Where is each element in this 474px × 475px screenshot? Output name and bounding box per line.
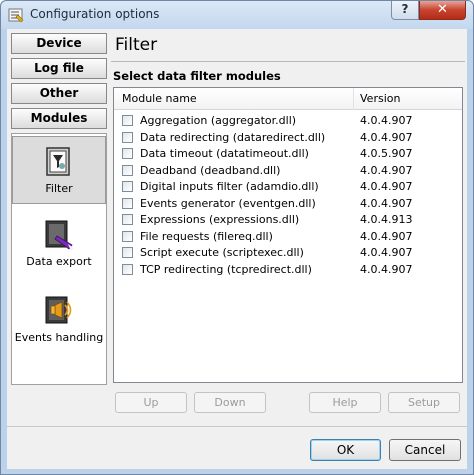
module-checkbox[interactable]	[122, 230, 133, 242]
tab-log-file[interactable]: Log file	[11, 58, 107, 79]
module-name: Events generator (eventgen.dll)	[140, 196, 316, 210]
list-item[interactable]: Script execute (scriptexec.dll) 4.0.4.90…	[114, 245, 462, 262]
module-checkbox[interactable]	[122, 131, 133, 143]
setup-button[interactable]: Setup	[388, 392, 460, 413]
app-icon	[8, 8, 24, 23]
sidebar-item-label: Events handling	[14, 331, 104, 344]
heading-divider	[111, 61, 465, 62]
modules-panel: Filter Data export Events handling	[11, 133, 107, 385]
sidebar-item-filter[interactable]: Filter	[12, 136, 106, 204]
tab-modules[interactable]: Modules	[11, 108, 107, 129]
list-item[interactable]: Events generator (eventgen.dll) 4.0.4.90…	[114, 196, 462, 213]
list-item[interactable]: Expressions (expressions.dll) 4.0.4.913	[114, 212, 462, 229]
sidebar-item-events-handling[interactable]: Events handling	[12, 294, 106, 356]
module-name: Aggregation (aggregator.dll)	[140, 114, 297, 127]
module-version: 4.0.4.907	[360, 229, 413, 243]
ok-button[interactable]: OK	[310, 439, 381, 461]
module-version: 4.0.4.913	[360, 213, 413, 226]
module-name: Data redirecting (dataredirect.dll)	[140, 130, 326, 144]
module-version: 4.0.4.907	[360, 114, 413, 127]
filter-icon	[46, 147, 70, 176]
module-checkbox[interactable]	[122, 115, 133, 126]
column-divider[interactable]	[353, 88, 354, 110]
module-checkbox[interactable]	[122, 164, 133, 176]
sidebar-item-label: Filter	[45, 182, 73, 195]
configuration-window: Configuration options ? ✕ Device Log fil…	[0, 0, 474, 475]
sidebar: Device Log file Other Modules Filter Dat…	[9, 31, 109, 387]
module-name: Script execute (scriptexec.dll)	[140, 246, 304, 259]
down-button[interactable]: Down	[194, 392, 266, 413]
list-item[interactable]: Digital inputs filter (adamdio.dll) 4.0.…	[114, 179, 462, 196]
module-version: 4.0.5.907	[360, 147, 413, 160]
tab-other[interactable]: Other	[11, 83, 107, 104]
module-name: TCP redirecting (tcpredirect.dll)	[140, 262, 312, 276]
module-checkbox[interactable]	[122, 214, 133, 225]
module-version: 4.0.4.907	[360, 180, 413, 193]
title-bar[interactable]: Configuration options ? ✕	[1, 1, 473, 29]
list-item[interactable]: Data timeout (datatimeout.dll) 4.0.5.907	[114, 146, 462, 163]
list-item[interactable]: TCP redirecting (tcpredirect.dll) 4.0.4.…	[114, 262, 462, 279]
sidebar-item-label: Data export	[26, 255, 92, 268]
modules-list[interactable]: Module name Version Aggregation (aggrega…	[113, 87, 463, 383]
module-name: Data timeout (datatimeout.dll)	[140, 147, 309, 160]
client-area: Device Log file Other Modules Filter Dat…	[7, 29, 467, 469]
events-handling-icon	[45, 296, 72, 324]
module-version: 4.0.4.907	[360, 130, 413, 144]
help-title-button[interactable]: ?	[391, 1, 419, 20]
list-header: Module name Version	[114, 88, 462, 110]
footer-divider	[7, 426, 467, 427]
sidebar-item-data-export[interactable]: Data export	[12, 218, 106, 280]
page-title: Filter	[115, 35, 158, 55]
window-title: Configuration options	[30, 7, 160, 21]
section-title: Select data filter modules	[113, 69, 281, 83]
cancel-button[interactable]: Cancel	[389, 439, 461, 461]
module-name: Digital inputs filter (adamdio.dll)	[140, 180, 319, 193]
column-header-module-name[interactable]: Module name	[122, 92, 197, 105]
module-version: 4.0.4.907	[360, 163, 413, 177]
up-button[interactable]: Up	[115, 392, 187, 413]
module-version: 4.0.4.907	[360, 246, 413, 259]
help-button[interactable]: Help	[309, 392, 381, 413]
tab-device[interactable]: Device	[11, 33, 107, 54]
list-item[interactable]: File requests (filereq.dll) 4.0.4.907	[114, 229, 462, 246]
module-checkbox[interactable]	[122, 263, 133, 275]
main-panel: Filter Select data filter modules Module…	[111, 29, 465, 389]
module-name: Deadband (deadband.dll)	[140, 163, 281, 177]
module-name: File requests (filereq.dll)	[140, 229, 273, 243]
module-checkbox[interactable]	[122, 197, 133, 209]
column-header-version[interactable]: Version	[360, 92, 400, 105]
module-name: Expressions (expressions.dll)	[140, 213, 300, 226]
list-item[interactable]: Aggregation (aggregator.dll) 4.0.4.907	[114, 113, 462, 130]
module-checkbox[interactable]	[122, 181, 133, 192]
module-checkbox[interactable]	[122, 247, 133, 258]
close-button[interactable]: ✕	[419, 1, 466, 20]
list-item[interactable]: Data redirecting (dataredirect.dll) 4.0.…	[114, 130, 462, 147]
module-checkbox[interactable]	[122, 148, 133, 159]
module-version: 4.0.4.907	[360, 262, 413, 276]
data-export-icon	[45, 220, 74, 251]
list-item[interactable]: Deadband (deadband.dll) 4.0.4.907	[114, 163, 462, 180]
module-version: 4.0.4.907	[360, 196, 413, 210]
